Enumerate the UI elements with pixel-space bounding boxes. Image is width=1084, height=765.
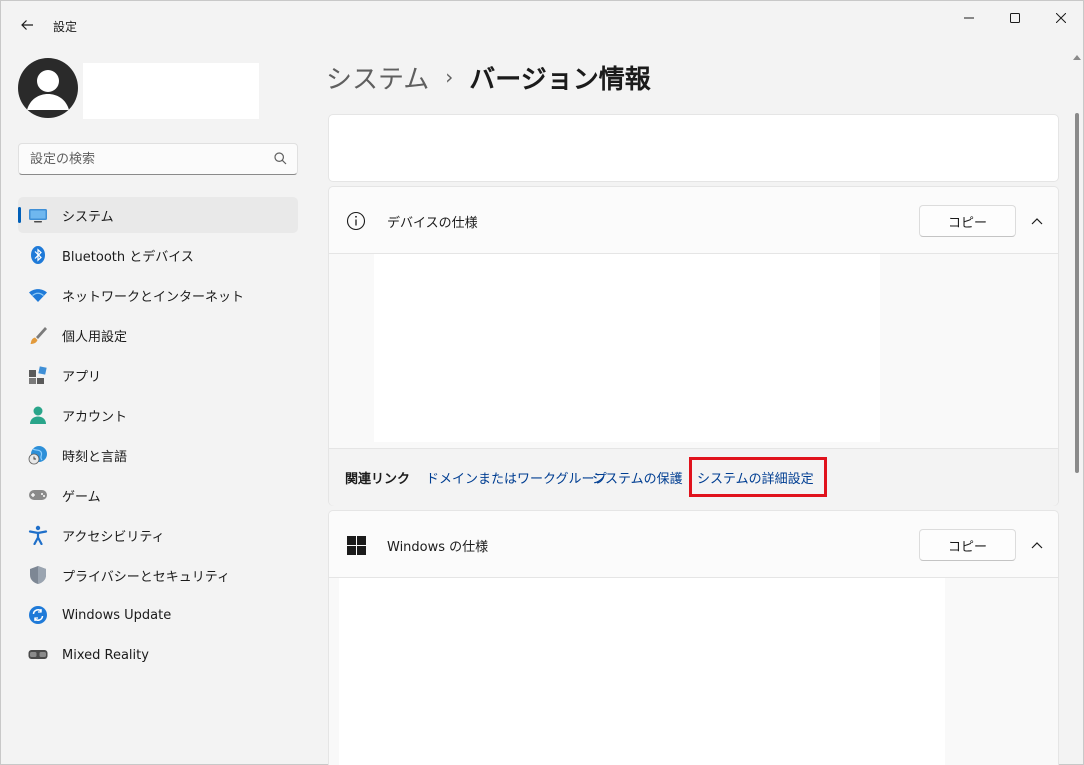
- chevron-up-icon: [1031, 218, 1043, 225]
- breadcrumb-parent[interactable]: システム: [326, 59, 429, 96]
- sidebar-item-label: アカウント: [62, 409, 128, 425]
- device-spec-header[interactable]: デバイスの仕様 コピー: [329, 187, 1058, 254]
- device-spec-title: デバイスの仕様: [387, 216, 478, 231]
- scrollbar[interactable]: [1072, 53, 1082, 765]
- scroll-thumb[interactable]: [1075, 113, 1079, 473]
- sidebar-item-system[interactable]: システム: [18, 197, 298, 233]
- sidebar-nav: システム Bluetooth とデバイス ネットワークとインターネット 個人用設…: [18, 197, 298, 677]
- maximize-button[interactable]: [992, 1, 1038, 35]
- search-input[interactable]: [20, 145, 260, 173]
- brush-icon: [28, 325, 48, 345]
- sidebar-item-accessibility[interactable]: アクセシビリティ: [18, 517, 298, 553]
- windows-logo-icon: [345, 534, 367, 556]
- sidebar-item-label: Mixed Reality: [62, 647, 149, 663]
- system-protection-link[interactable]: システムの保護: [592, 468, 683, 487]
- search-box[interactable]: [18, 143, 298, 175]
- back-arrow-icon: [21, 20, 33, 30]
- update-icon: [28, 605, 48, 625]
- related-links: 関連リンク ドメインまたはワークグループ システムの保護 システムの詳細設定: [329, 448, 1058, 506]
- sidebar-item-bluetooth[interactable]: Bluetooth とデバイス: [18, 237, 298, 273]
- minimize-icon: [964, 17, 974, 19]
- scroll-up-arrow-icon[interactable]: [1073, 55, 1081, 60]
- windows-spec-title: Windows の仕様: [387, 540, 489, 555]
- windows-spec-details-redacted: [339, 578, 945, 765]
- device-spec-details-redacted: [374, 254, 880, 442]
- windows-spec-collapse-button[interactable]: [1023, 531, 1051, 559]
- profile-name-redacted: [83, 63, 259, 119]
- shield-icon: [28, 565, 48, 585]
- sidebar-item-network[interactable]: ネットワークとインターネット: [18, 277, 298, 313]
- system-icon: [28, 205, 48, 225]
- breadcrumb: システム › バージョン情報: [326, 59, 651, 95]
- headset-icon: [28, 645, 48, 665]
- related-links-title: 関連リンク: [345, 472, 411, 487]
- minimize-button[interactable]: [946, 1, 992, 35]
- maximize-icon: [1010, 13, 1020, 23]
- sidebar-item-label: ネットワークとインターネット: [62, 289, 245, 305]
- sidebar-item-windows-update[interactable]: Windows Update: [18, 597, 298, 633]
- sidebar-item-label: アプリ: [62, 369, 102, 385]
- title-bar: 設定: [1, 1, 1084, 49]
- user-silhouette-icon: [27, 70, 69, 110]
- windows-spec-card: Windows の仕様 コピー: [328, 510, 1059, 765]
- close-button[interactable]: [1038, 1, 1084, 35]
- sidebar-item-label: ゲーム: [62, 489, 101, 505]
- windows-spec-header[interactable]: Windows の仕様 コピー: [329, 511, 1058, 578]
- account-icon: [28, 405, 48, 425]
- highlight-box: [689, 457, 827, 497]
- avatar[interactable]: [18, 58, 78, 118]
- sidebar-item-label: 時刻と言語: [62, 449, 128, 465]
- sidebar-item-gaming[interactable]: ゲーム: [18, 477, 298, 513]
- sidebar-item-mixed-reality[interactable]: Mixed Reality: [18, 637, 298, 673]
- windows-spec-copy-button[interactable]: コピー: [919, 529, 1016, 561]
- bluetooth-icon: [28, 245, 48, 265]
- wifi-icon: [28, 285, 48, 305]
- globe-clock-icon: [28, 445, 48, 465]
- device-spec-copy-button[interactable]: コピー: [919, 205, 1016, 237]
- back-button[interactable]: [13, 11, 41, 39]
- accessibility-icon: [28, 525, 48, 545]
- search-icon[interactable]: [274, 152, 287, 165]
- sidebar-item-privacy[interactable]: プライバシーとセキュリティ: [18, 557, 298, 593]
- breadcrumb-separator: ›: [445, 65, 454, 89]
- device-name-card: [328, 114, 1059, 182]
- settings-window: 設定 システム: [0, 0, 1084, 765]
- sidebar-item-label: Bluetooth とデバイス: [62, 249, 194, 265]
- device-spec-collapse-button[interactable]: [1023, 207, 1051, 235]
- close-icon: [1056, 13, 1066, 23]
- chevron-up-icon: [1031, 542, 1043, 549]
- device-spec-body: [329, 254, 1058, 448]
- page-title: バージョン情報: [469, 64, 651, 95]
- sidebar-item-label: プライバシーとセキュリティ: [62, 569, 230, 585]
- info-icon: [345, 210, 367, 232]
- app-title: 設定: [53, 20, 78, 34]
- sidebar-item-personalization[interactable]: 個人用設定: [18, 317, 298, 353]
- sidebar-item-label: システム: [62, 209, 114, 225]
- sidebar-item-accounts[interactable]: アカウント: [18, 397, 298, 433]
- sidebar-item-apps[interactable]: アプリ: [18, 357, 298, 393]
- device-spec-card: デバイスの仕様 コピー 関連リンク ドメインまたはワークグループ システムの保護…: [328, 186, 1059, 506]
- sidebar-item-label: アクセシビリティ: [62, 529, 165, 545]
- sidebar-item-time-language[interactable]: 時刻と言語: [18, 437, 298, 473]
- gamepad-icon: [28, 485, 48, 505]
- apps-icon: [28, 365, 48, 385]
- windows-spec-body: [329, 578, 1058, 765]
- sidebar-item-label: Windows Update: [62, 607, 172, 623]
- domain-workgroup-link[interactable]: ドメインまたはワークグループ: [426, 468, 607, 487]
- sidebar-item-label: 個人用設定: [62, 329, 128, 345]
